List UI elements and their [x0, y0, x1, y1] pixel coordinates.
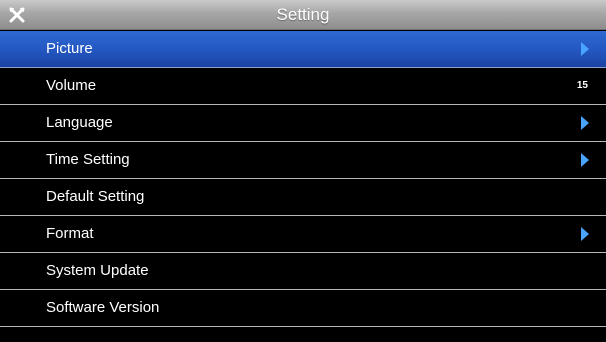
chevron-right-icon [581, 42, 589, 56]
menu-item-label: Default Setting [46, 188, 145, 205]
menu-item-label: Software Version [46, 299, 160, 316]
menu-item-picture[interactable]: Picture [0, 31, 606, 68]
menu-item-label: Language [46, 114, 113, 131]
chevron-right-icon [581, 116, 589, 130]
menu-item-volume[interactable]: Volume 15 [0, 68, 606, 105]
menu-item-software-version[interactable]: Software Version [0, 290, 606, 327]
menu-item-format[interactable]: Format [0, 216, 606, 253]
menu-item-language[interactable]: Language [0, 105, 606, 142]
menu-item-label: Time Setting [46, 151, 130, 168]
menu-item-label: Picture [46, 40, 93, 57]
chevron-right-icon [581, 227, 589, 241]
bottom-strip [0, 331, 606, 342]
volume-value: 15 [576, 80, 588, 91]
menu-item-time-setting[interactable]: Time Setting [0, 142, 606, 179]
title-bar: Setting [0, 0, 606, 30]
page-title: Setting [276, 5, 330, 24]
settings-menu: Picture Volume 15 Language Time Setting … [0, 31, 606, 331]
menu-item-label: Volume [46, 77, 97, 94]
menu-item-label: Format [46, 225, 94, 242]
settings-screen: Setting Picture Volume 15 Language Time … [0, 0, 606, 342]
chevron-right-icon [581, 153, 589, 167]
menu-item-system-update[interactable]: System Update [0, 253, 606, 290]
menu-item-default-setting[interactable]: Default Setting [0, 179, 606, 216]
menu-item-label: System Update [46, 262, 149, 279]
